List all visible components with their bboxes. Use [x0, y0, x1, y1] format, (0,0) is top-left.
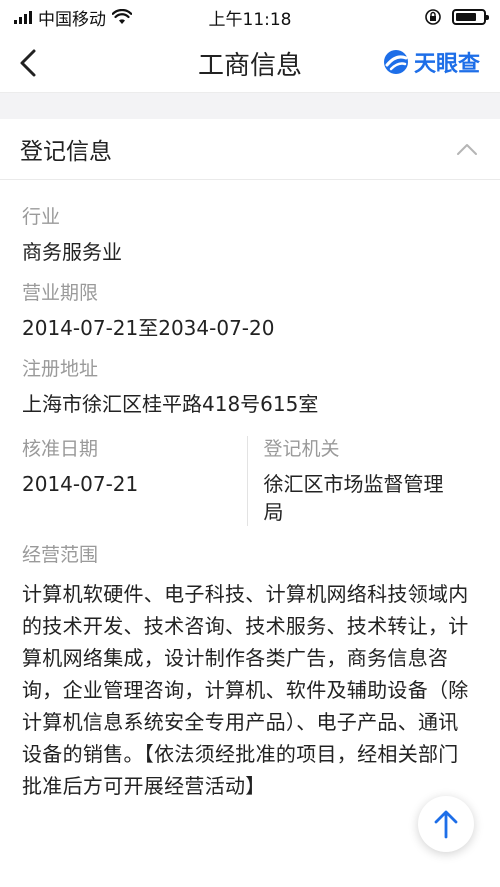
brand-logo: 天眼查	[382, 46, 480, 78]
field-value: 上海市徐汇区桂平路418号615室	[22, 392, 319, 416]
field-registration-authority: 登记机关 徐汇区市场监督管理局	[246, 436, 479, 526]
chevron-left-icon	[20, 49, 36, 77]
field-approval-date: 核准日期 2014-07-21	[22, 436, 247, 526]
field-label: 登记机关	[263, 438, 340, 460]
field-business-term: 营业期限 2014-07-21至2034-07-20	[22, 280, 478, 342]
field-value: 商务服务业	[22, 240, 122, 264]
field-label: 注册地址	[22, 358, 99, 380]
field-label: 行业	[22, 206, 61, 228]
field-label: 核准日期	[22, 438, 99, 460]
field-business-scope: 经营范围 计算机软硬件、电子科技、计算机网络科技领域内的技术开发、技术咨询、技术…	[22, 542, 478, 802]
field-label: 经营范围	[22, 544, 99, 566]
field-row-approval-authority: 核准日期 2014-07-21 登记机关 徐汇区市场监督管理局	[22, 436, 478, 526]
field-registered-address: 注册地址 上海市徐汇区桂平路418号615室	[22, 356, 478, 418]
tianyancha-logo-icon	[383, 50, 408, 74]
orientation-lock-icon	[425, 9, 441, 25]
wifi-icon	[112, 9, 132, 24]
status-bar: 中国移动 上午11:18	[0, 0, 500, 34]
registration-details: 行业 商务服务业 营业期限 2014-07-21至2034-07-20 注册地址…	[0, 204, 500, 802]
section-header-registration[interactable]: 登记信息	[0, 119, 500, 180]
brand-name: 天眼查	[413, 52, 480, 77]
battery-fill	[456, 13, 476, 21]
back-button[interactable]	[0, 34, 56, 92]
arrow-up-icon	[434, 810, 458, 839]
field-value: 计算机软硬件、电子科技、计算机网络科技领域内的技术开发、技术咨询、技术服务、技术…	[22, 582, 469, 798]
field-value: 2014-07-21	[22, 472, 139, 496]
chevron-up-icon[interactable]	[456, 142, 478, 156]
carrier-label: 中国移动	[38, 9, 106, 30]
battery-icon	[452, 9, 489, 25]
status-bar-right	[424, 8, 489, 26]
field-label: 营业期限	[22, 282, 99, 304]
navigation-bar: 工商信息 天眼查	[0, 34, 500, 93]
clipped-previous-row	[22, 180, 478, 190]
status-bar-left: 中国移动	[14, 5, 132, 30]
field-industry: 行业 商务服务业	[22, 204, 478, 266]
signal-icon	[14, 10, 32, 24]
section-spacer	[0, 93, 500, 119]
back-to-top-button[interactable]	[418, 796, 474, 852]
section-title: 登记信息	[20, 139, 112, 165]
field-value: 徐汇区市场监督管理局	[263, 472, 444, 524]
field-value: 2014-07-21至2034-07-20	[22, 316, 275, 340]
